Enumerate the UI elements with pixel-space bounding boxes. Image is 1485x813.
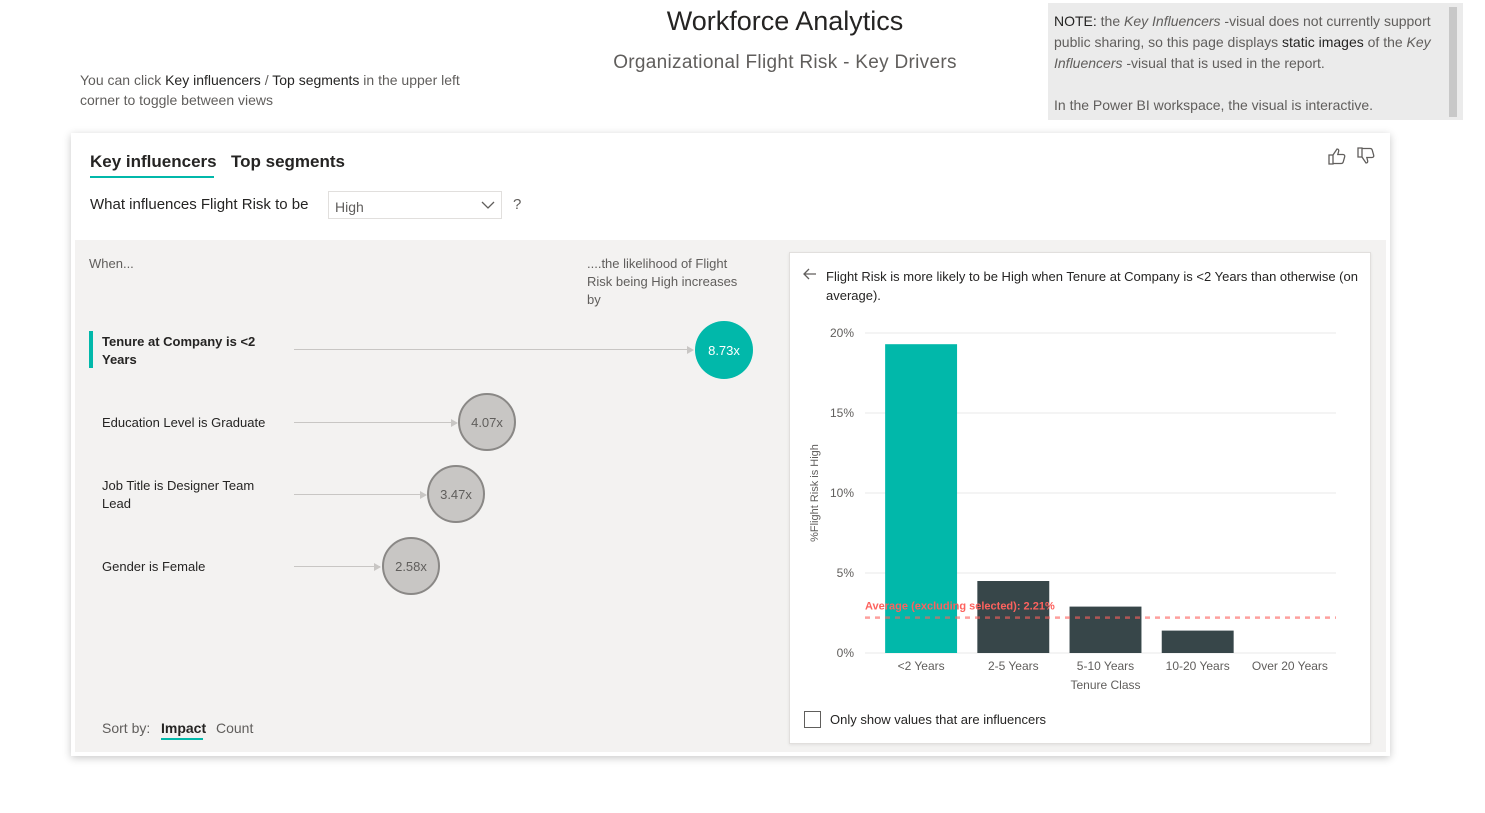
connector-arrow-icon <box>374 563 381 571</box>
toggle-hint: You can click Key influencers / Top segm… <box>80 70 480 110</box>
y-tick-label: 10% <box>830 486 854 500</box>
tenure-bar-chart: 0% 5% 10% 15% 20% %Flight Risk is High <2 Year… <box>809 326 1336 692</box>
dropdown-value: High <box>335 199 364 215</box>
y-tick-label: 0% <box>837 646 855 660</box>
influencer-label-gender[interactable]: Gender is Female <box>102 558 272 576</box>
note-label: NOTE: <box>1054 13 1097 29</box>
flight-risk-dropdown[interactable]: High <box>328 191 502 219</box>
influencer-connector <box>294 422 455 423</box>
tab-key-influencers[interactable]: Key influencers <box>90 152 217 172</box>
influencer-connector <box>294 494 423 495</box>
sort-active-underline <box>161 738 203 740</box>
influencer-label-education[interactable]: Education Level is Graduate <box>102 414 272 432</box>
x-tick-label: 5-10 Years <box>1077 659 1134 673</box>
note-static-images: static images <box>1282 34 1364 50</box>
page-subtitle: Organizational Flight Risk - Key Drivers <box>613 52 957 73</box>
y-tick-label: 15% <box>830 406 854 420</box>
note-part4: -visual that is used in the report. <box>1122 55 1325 71</box>
bar <box>1161 630 1234 653</box>
detail-description: Flight Risk is more likely to be High wh… <box>826 269 1358 303</box>
influencers-only-checkbox[interactable] <box>804 711 821 728</box>
average-line-label: Average (excluding selected): 2.21% <box>865 601 1055 613</box>
chevron-down-icon <box>481 194 495 219</box>
y-tick-label: 5% <box>837 566 855 580</box>
page-title: Workforce Analytics <box>666 6 904 36</box>
sort-by-label: Sort by: <box>102 720 151 736</box>
influencer-label-tenure[interactable]: Tenure at Company is <2 Years <box>102 333 272 369</box>
influencer-detail-panel: Flight Risk is more likely to be High wh… <box>789 252 1371 744</box>
when-label: When... <box>89 256 134 271</box>
tab-active-underline <box>90 176 214 178</box>
influencer-label-job-title[interactable]: Job Title is Designer Team Lead <box>102 477 272 513</box>
influencer-bubble-gender[interactable]: 2.58x <box>382 537 440 595</box>
x-axis-label: Tenure Class <box>1070 678 1140 692</box>
back-arrow-icon[interactable] <box>802 266 818 287</box>
note-part3: of the <box>1363 34 1407 50</box>
help-question-mark[interactable]: ? <box>513 196 521 213</box>
key-influencers-visual: Key influencers Top segments What influe… <box>71 133 1390 756</box>
hint-prefix: You can click <box>80 72 166 88</box>
y-axis-label: %Flight Risk is High <box>809 444 821 542</box>
tab-top-segments[interactable]: Top segments <box>231 152 345 172</box>
note-scrollbar[interactable] <box>1449 7 1457 117</box>
y-tick-label: 20% <box>830 326 854 340</box>
thumbs-down-icon[interactable] <box>1356 147 1376 170</box>
connector-arrow-icon <box>420 491 427 499</box>
influencer-bubble-education[interactable]: 4.07x <box>458 393 516 451</box>
note-para2: In the Power BI workspace, the visual is… <box>1054 97 1374 113</box>
bar <box>1069 606 1142 653</box>
influencers-only-label: Only show values that are influencers <box>830 712 1047 727</box>
x-tick-label: <2 Years <box>898 659 945 673</box>
connector-arrow-icon <box>687 346 694 354</box>
sort-count-button[interactable]: Count <box>216 720 253 736</box>
connector-arrow-icon <box>451 419 458 427</box>
x-tick-label: 2-5 Years <box>988 659 1039 673</box>
hint-key-influencers: Key influencers <box>165 72 261 88</box>
hint-separator: / <box>260 72 273 88</box>
selected-indicator <box>89 331 93 368</box>
question-label: What influences Flight Risk to be <box>90 196 309 213</box>
note-visual-name: Key Influencers <box>1124 13 1221 29</box>
influencer-connector <box>294 349 689 350</box>
sharing-note: NOTE: the Key Influencers -visual does n… <box>1048 3 1463 120</box>
influencer-bubble-tenure[interactable]: 8.73x <box>695 321 753 379</box>
influencer-bubble-job-title[interactable]: 3.47x <box>427 465 485 523</box>
x-tick-label: Over 20 Years <box>1252 659 1328 673</box>
influencer-connector <box>294 566 380 567</box>
sort-impact-button[interactable]: Impact <box>161 720 206 736</box>
x-tick-label: 10-20 Years <box>1166 659 1230 673</box>
feedback-icons <box>1323 147 1376 170</box>
note-part1: the <box>1096 13 1125 29</box>
hint-top-segments: Top segments <box>272 72 360 88</box>
likelihood-label: ....the likelihood of Flight Risk being … <box>587 256 738 307</box>
thumbs-up-icon[interactable] <box>1327 147 1347 170</box>
